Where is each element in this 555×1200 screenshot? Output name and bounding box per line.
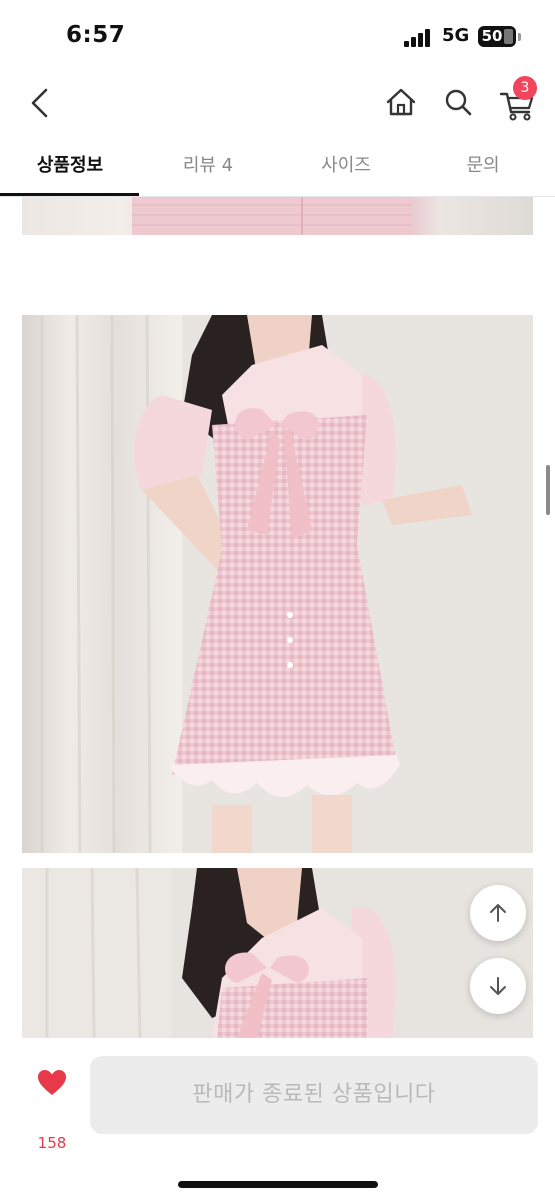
scroll-down-button[interactable] — [470, 958, 526, 1014]
sold-out-button[interactable]: 판매가 종료된 상품입니다 — [90, 1056, 538, 1134]
bottom-action-bar: 158 판매가 종료된 상품입니다 — [0, 1040, 555, 1200]
home-button[interactable] — [381, 80, 421, 124]
tab-bar: 상품정보 리뷰 4 사이즈 문의 — [0, 137, 555, 197]
product-photo-previous — [22, 197, 533, 235]
status-bar: 6:57 5G 50 — [0, 0, 555, 75]
home-indicator — [178, 1181, 378, 1188]
arrow-down-icon — [490, 977, 506, 995]
chevron-left-icon — [31, 88, 48, 118]
heart-icon — [38, 1070, 66, 1095]
tab-active-indicator — [0, 193, 139, 196]
product-photo-main — [22, 315, 533, 853]
signal-icon — [404, 29, 434, 47]
like-count: 158 — [37, 1134, 67, 1152]
like-button[interactable]: 158 — [30, 1070, 74, 1152]
scroll-indicator[interactable] — [546, 465, 550, 515]
cart-count-badge: 3 — [513, 76, 537, 100]
battery-level: 50 — [481, 27, 503, 45]
header — [0, 75, 555, 135]
search-button[interactable] — [440, 80, 478, 124]
scroll-up-button[interactable] — [470, 885, 526, 941]
tab-product-info[interactable]: 상품정보 — [34, 151, 106, 177]
search-icon — [445, 89, 472, 116]
arrow-up-icon — [490, 904, 506, 922]
tab-reviews[interactable]: 리뷰 4 — [178, 151, 238, 177]
network-label: 5G — [442, 25, 470, 46]
back-button[interactable] — [22, 80, 58, 124]
product-photo-next — [22, 868, 533, 1038]
tab-size[interactable]: 사이즈 — [316, 151, 376, 177]
home-icon — [386, 88, 416, 116]
status-time: 6:57 — [66, 22, 126, 48]
battery-icon: 50 — [478, 26, 516, 47]
tab-inquiry[interactable]: 문의 — [460, 151, 506, 177]
